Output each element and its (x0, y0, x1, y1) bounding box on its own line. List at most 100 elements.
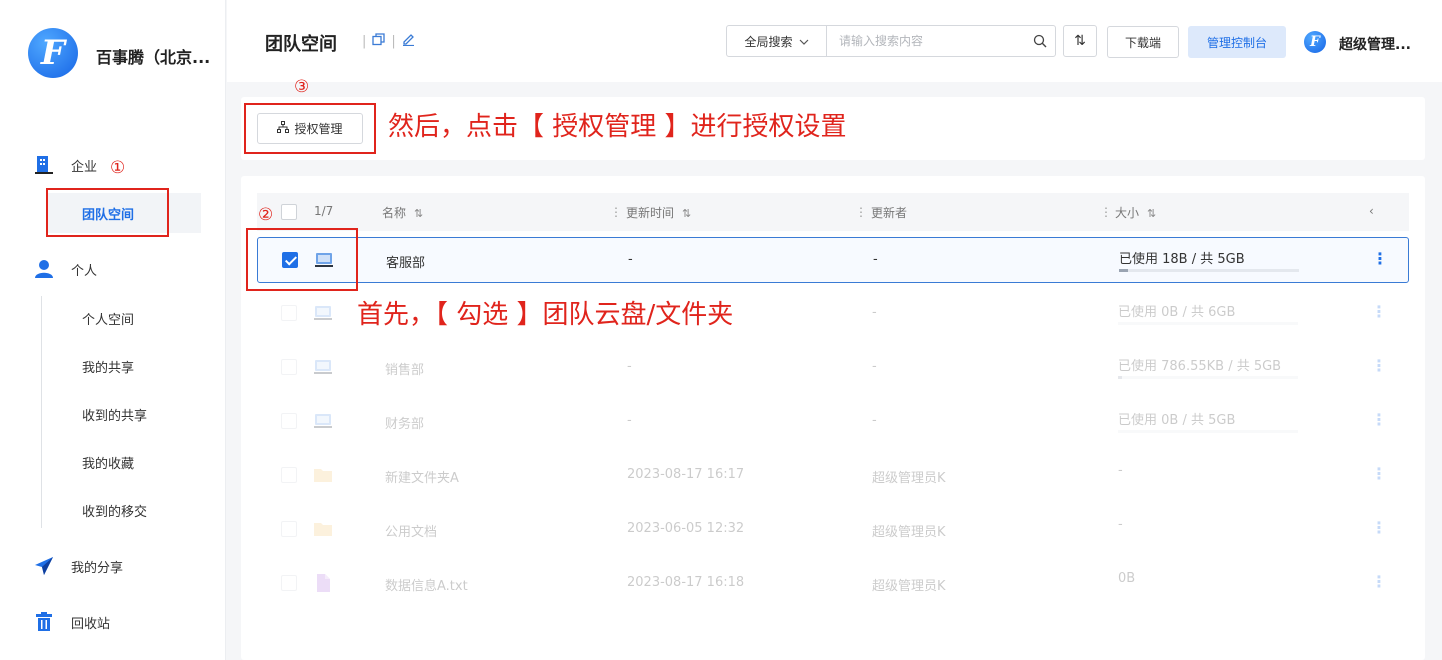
usage-bar (1119, 269, 1299, 272)
text-file-icon (313, 573, 333, 593)
column-resize-handle[interactable]: ⋮ (610, 205, 622, 219)
more-options-icon[interactable]: ⋮ (1371, 412, 1387, 428)
row-size: 已使用 18B / 共 5GB (1119, 252, 1245, 267)
row-size: 已使用 786.55KB / 共 5GB (1118, 359, 1282, 374)
more-options-icon[interactable]: ⋮ (1371, 466, 1387, 482)
top-bar: 团队空间 | | 全局搜索 ⇅ 下载端 管理控制台 F 超级管理... (227, 0, 1442, 82)
table-row[interactable]: 客服部 - - 已使用 18B / 共 5GB ⋮ (257, 237, 1409, 283)
annotation-step-3: ③ (294, 77, 310, 97)
page-title: 团队空间 (265, 34, 337, 55)
select-all-checkbox[interactable] (281, 204, 297, 220)
column-updated-label: 更新时间 (626, 206, 675, 220)
more-options-icon[interactable]: ⋮ (1371, 304, 1387, 320)
row-updated: 2023-08-17 16:18 (627, 575, 745, 590)
row-name[interactable]: 新建文件夹A (385, 467, 459, 486)
row-updater: - (872, 413, 877, 428)
cloud-disk-icon (313, 357, 333, 377)
nav-recycle-label: 回收站 (71, 616, 111, 632)
table-row[interactable]: 财务部 - - 已使用 0B / 共 5GB ⋮ (257, 399, 1409, 445)
row-updated: - (628, 252, 633, 267)
row-name[interactable]: 数据信息A.txt (385, 575, 468, 594)
tree-line (41, 296, 42, 528)
table-header: 1/7 名称 ⇅ ⋮ 更新时间 ⇅ ⋮ 更新者 ⋮ 大小 ⇅ ‹ (257, 193, 1409, 231)
search-bar: 全局搜索 (726, 25, 1056, 57)
nav-my-share-label: 我的分享 (71, 560, 124, 576)
row-checkbox[interactable] (281, 305, 297, 321)
more-options-icon[interactable]: ⋮ (1372, 251, 1388, 267)
table-row[interactable]: 数据信息A.txt 2023-08-17 16:18 超级管理员K 0B ⋮ (257, 561, 1409, 607)
nav-favorites[interactable]: 我的收藏 (82, 453, 134, 472)
row-name[interactable]: 销售部 (385, 359, 424, 378)
row-checkbox[interactable] (281, 467, 297, 483)
column-size-label: 大小 (1115, 206, 1140, 220)
admin-console-button[interactable]: 管理控制台 (1188, 26, 1286, 58)
column-resize-handle[interactable]: ⋮ (855, 205, 867, 219)
table-row[interactable]: 销售部 - - 已使用 786.55KB / 共 5GB ⋮ (257, 345, 1409, 391)
chevron-down-icon (799, 34, 809, 48)
annotation-box-team-space (46, 188, 169, 237)
download-client-button[interactable]: 下载端 (1107, 26, 1179, 58)
company-name: 百事腾（北京... (96, 48, 211, 67)
annotation-text-first: 首先，【 勾选 】团队云盘/文件夹 (357, 300, 734, 330)
chevron-left-icon[interactable]: ‹ (1369, 204, 1374, 218)
column-size[interactable]: 大小 ⇅ (1115, 204, 1156, 221)
row-updater: 超级管理员K (872, 471, 946, 486)
search-scope-select[interactable]: 全局搜索 (727, 26, 827, 56)
column-updated[interactable]: 更新时间 ⇅ (626, 204, 691, 221)
nav-my-share[interactable]: 我的分享 (0, 551, 226, 581)
row-name[interactable]: 财务部 (385, 413, 424, 432)
row-name[interactable]: 客服部 (386, 252, 425, 271)
nav-enterprise-label: 企业 (71, 159, 98, 175)
search-input[interactable] (827, 34, 1025, 48)
user-name[interactable]: 超级管理... (1339, 34, 1411, 54)
table-row[interactable]: 公用文档 2023-06-05 12:32 超级管理员K - ⋮ (257, 507, 1409, 553)
more-options-icon[interactable]: ⋮ (1371, 574, 1387, 590)
nav-received-transfers[interactable]: 收到的移交 (82, 501, 147, 520)
table-row[interactable]: 新建文件夹A 2023-08-17 16:17 超级管理员K - ⋮ (257, 453, 1409, 499)
column-name[interactable]: 名称 ⇅ (382, 204, 423, 221)
column-updater[interactable]: 更新者 (871, 204, 907, 221)
sort-icon: ⇅ (414, 207, 424, 220)
annotation-box-checkbox (246, 228, 358, 291)
folder-icon (313, 465, 333, 485)
selection-count: 1/7 (314, 204, 334, 218)
nav-personal-space[interactable]: 个人空间 (82, 309, 134, 328)
usage-bar (1118, 376, 1298, 379)
user-avatar[interactable]: F (1304, 31, 1326, 53)
nav-recycle[interactable]: 回收站 (0, 607, 226, 637)
column-updater-label: 更新者 (871, 206, 908, 220)
row-checkbox[interactable] (281, 413, 297, 429)
company-logo: F (28, 28, 78, 78)
more-options-icon[interactable]: ⋮ (1371, 520, 1387, 536)
row-checkbox[interactable] (281, 521, 297, 537)
row-updated: 2023-06-05 12:32 (627, 521, 745, 536)
nav-my-shares[interactable]: 我的共享 (82, 357, 134, 376)
sort-button[interactable]: ⇅ (1063, 25, 1097, 57)
row-updater: 超级管理员K (872, 579, 946, 594)
file-table: 1/7 名称 ⇅ ⋮ 更新时间 ⇅ ⋮ 更新者 ⋮ 大小 ⇅ ‹ 客服部 - - 已使用 1… (241, 176, 1425, 660)
folder-icon (313, 519, 333, 539)
usage-bar (1118, 430, 1298, 433)
cloud-disk-icon (313, 411, 333, 431)
row-size: 0B (1118, 571, 1136, 586)
copy-icon[interactable] (372, 33, 386, 50)
row-updater: 超级管理员K (872, 525, 946, 540)
column-resize-handle[interactable]: ⋮ (1100, 205, 1112, 219)
annotation-step-1: ① (110, 158, 126, 178)
building-icon (34, 155, 54, 175)
row-name[interactable]: 公用文档 (385, 521, 437, 540)
row-updated: - (627, 359, 632, 374)
trash-icon (34, 612, 54, 632)
edit-icon[interactable] (402, 33, 415, 50)
row-checkbox[interactable] (281, 575, 297, 591)
annotation-step-2: ② (258, 205, 274, 225)
row-updated: - (627, 413, 632, 428)
row-checkbox[interactable] (281, 359, 297, 375)
nav-personal[interactable]: 个人 (0, 254, 226, 284)
search-icon[interactable] (1025, 34, 1055, 48)
more-options-icon[interactable]: ⋮ (1371, 358, 1387, 374)
nav-personal-label: 个人 (71, 263, 98, 279)
row-updater: - (873, 252, 878, 267)
row-updater: - (872, 305, 877, 320)
nav-received-shares[interactable]: 收到的共享 (82, 405, 147, 424)
